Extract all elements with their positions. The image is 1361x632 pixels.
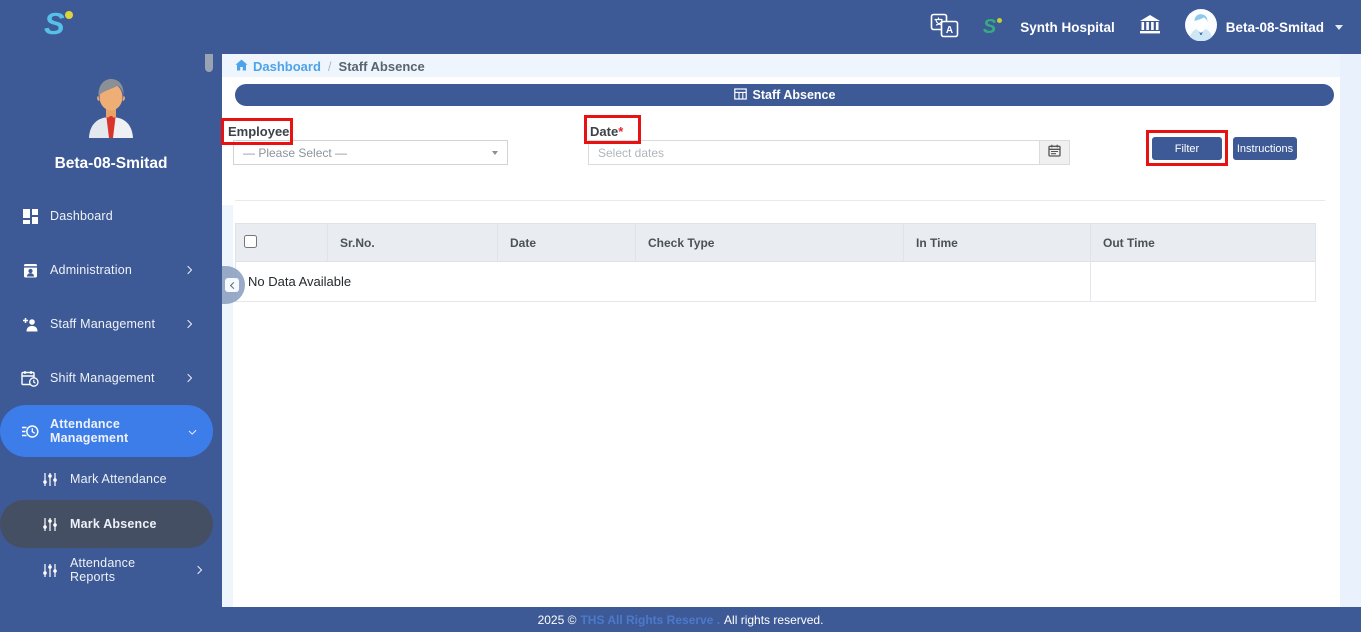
calendar-clock-icon	[21, 370, 39, 387]
sidebar-profile: Beta-08-Smitad	[0, 72, 222, 173]
right-gutter	[1340, 54, 1361, 607]
sliders-icon	[41, 471, 59, 488]
brand-icon-letter: S	[982, 15, 997, 38]
staff-absence-page: S A S Synth Hospital Beta-08-Smitad Beta…	[0, 0, 1361, 632]
sliders-icon	[41, 516, 59, 533]
home-icon	[235, 59, 248, 74]
profile-name: Beta-08-Smitad	[54, 155, 168, 172]
app-logo-letter: S	[44, 6, 65, 41]
chevron-right-icon	[193, 565, 203, 575]
breadcrumb-dashboard-link[interactable]: Dashboard	[235, 59, 321, 74]
sidebar-item-shift-management[interactable]: Shift Management	[0, 356, 213, 400]
chevron-down-icon	[1335, 24, 1343, 30]
employee-select-value: — Please Select —	[243, 145, 348, 160]
dashboard-grid-icon	[21, 208, 39, 225]
table-empty-row: No Data Available	[235, 261, 1316, 302]
sidebar-item-label: Mark Attendance	[70, 472, 167, 486]
annotation-box-date	[584, 115, 641, 144]
chevron-right-icon	[183, 265, 193, 275]
empty-cell	[1090, 261, 1316, 302]
breadcrumb: Dashboard / Staff Absence	[235, 59, 425, 74]
calendar-icon	[1048, 144, 1061, 162]
brand-icon[interactable]: S	[982, 15, 1003, 39]
sidebar-item-dashboard[interactable]: Dashboard	[0, 194, 213, 238]
table-grid-icon	[733, 87, 747, 103]
hospital-name: Synth Hospital	[1020, 19, 1115, 35]
profile-avatar	[75, 79, 147, 146]
staff-absence-table: Sr.No. Date Check Type In Time Out Time …	[235, 223, 1316, 302]
footer-link[interactable]: THS All Rights Reserve .	[580, 613, 720, 627]
select-all-checkbox[interactable]	[244, 234, 257, 248]
user-avatar	[1184, 8, 1217, 46]
table-header-row: Sr.No. Date Check Type In Time Out Time	[235, 223, 1316, 262]
footer-year: 2025 ©	[537, 612, 577, 627]
sidebar-subitem-mark-attendance[interactable]: Mark Attendance	[0, 457, 213, 501]
sidebar-item-label: Shift Management	[50, 371, 155, 385]
sidebar: Beta-08-Smitad Dashboard Administration …	[0, 50, 222, 607]
col-header-out-time: Out Time	[1090, 223, 1316, 262]
sidebar-item-label: Dashboard	[50, 209, 113, 223]
sidebar-item-label: Attendance Management	[50, 417, 129, 445]
sidebar-item-staff-management[interactable]: Staff Management	[0, 302, 213, 346]
date-input[interactable]	[588, 140, 1040, 165]
sliders-icon	[41, 562, 59, 579]
sidebar-item-attendance-management[interactable]: Attendance Management	[0, 405, 213, 457]
footer-rights: All rights reserved.	[724, 612, 824, 627]
main-content: Dashboard / Staff Absence Staff Absence …	[221, 54, 1361, 607]
sidebar-item-administration[interactable]: Administration	[0, 248, 213, 292]
user-menu[interactable]: Beta-08-Smitad	[1184, 8, 1343, 46]
panel-header: Staff Absence	[235, 84, 1334, 106]
chevron-down-icon	[188, 427, 197, 435]
top-navbar: S A S Synth Hospital Beta-08-Smitad	[0, 0, 1361, 54]
col-header-in-time: In Time	[903, 223, 1091, 262]
breadcrumb-home-label: Dashboard	[253, 59, 321, 74]
annotation-box-employee	[221, 118, 293, 145]
chevron-right-icon	[183, 319, 193, 329]
svg-text:A: A	[946, 25, 953, 36]
sidebar-item-label: Attendance Reports	[70, 556, 136, 584]
language-icon[interactable]: A	[930, 11, 959, 44]
sidebar-item-label: Administration	[50, 263, 132, 277]
footer: 2025 © THS All Rights Reserve . All righ…	[0, 607, 1361, 632]
chevron-left-icon	[225, 278, 239, 292]
chevron-right-icon	[183, 373, 193, 383]
logo-dot-icon	[64, 11, 73, 19]
annotation-box-filter	[1146, 130, 1228, 166]
sidebar-item-label: Staff Management	[50, 317, 156, 331]
empty-message: No Data Available	[235, 261, 1091, 302]
user-name: Beta-08-Smitad	[1225, 19, 1324, 35]
bank-icon[interactable]	[1139, 14, 1161, 40]
brand-dot-icon	[997, 17, 1003, 23]
sidebar-subitem-mark-absence[interactable]: Mark Absence	[0, 500, 213, 548]
attendance-clock-icon	[21, 423, 39, 440]
breadcrumb-current: Staff Absence	[338, 59, 425, 74]
id-card-icon	[21, 262, 39, 279]
col-header-check-type: Check Type	[635, 223, 904, 262]
col-header-date: Date	[497, 223, 636, 262]
divider	[235, 200, 1325, 201]
col-header-srno: Sr.No.	[327, 223, 498, 262]
instructions-button[interactable]: Instructions	[1233, 137, 1297, 160]
add-user-icon	[21, 316, 39, 333]
select-caret-icon	[492, 150, 498, 155]
date-calendar-button[interactable]	[1040, 140, 1070, 165]
panel-title: Staff Absence	[752, 88, 836, 102]
navbar-right-cluster: A S Synth Hospital Beta-08-Smitad	[930, 0, 1343, 54]
sidebar-subitem-attendance-reports[interactable]: Attendance Reports	[0, 548, 213, 592]
app-logo[interactable]: S	[44, 6, 73, 42]
breadcrumb-separator: /	[327, 59, 332, 74]
sidebar-item-label: Mark Absence	[70, 517, 157, 531]
